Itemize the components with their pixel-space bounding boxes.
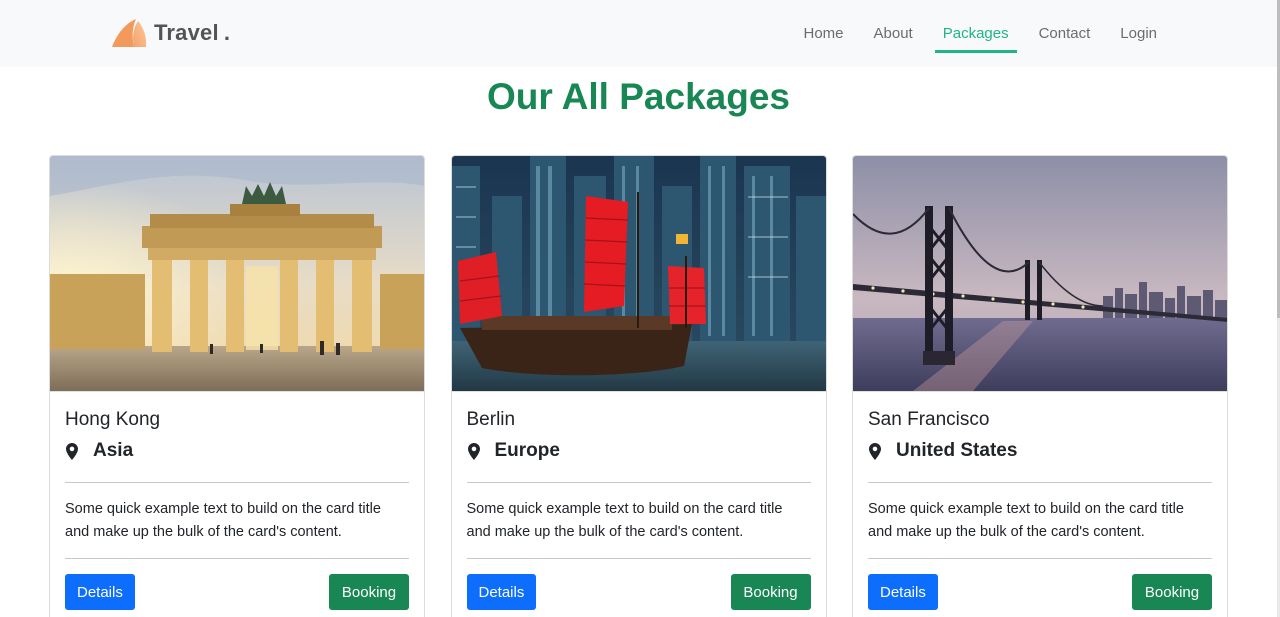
package-cards: Hong Kong Asia Some quick example text t… (49, 155, 1228, 617)
card-title: Hong Kong (65, 409, 161, 430)
nav-menu: Home About Packages Contact Login (782, 0, 1166, 67)
nav-item-packages[interactable]: Packages (934, 0, 1017, 67)
card-location-text: United States (896, 440, 1018, 461)
brand-dot: . (223, 20, 230, 45)
card-divider (466, 482, 811, 483)
card-divider (466, 558, 811, 559)
details-button[interactable]: Details (65, 574, 135, 610)
map-pin-icon (869, 442, 881, 460)
card-title: San Francisco (868, 409, 990, 430)
card-body: Hong Kong Asia Some quick example text t… (50, 392, 424, 610)
card-location: United States (868, 436, 1212, 466)
card-divider (65, 558, 409, 559)
package-card-berlin: Berlin Europe Some quick example text to… (450, 155, 827, 617)
navbar: Travel . Home About Packages Contact Log… (0, 0, 1277, 67)
booking-button[interactable]: Booking (329, 574, 409, 610)
card-location-text: Asia (93, 440, 134, 461)
card-image-brandenburg-gate (50, 156, 424, 392)
card-title: Berlin (466, 409, 516, 430)
booking-button[interactable]: Booking (1132, 574, 1212, 610)
card-actions: Details Booking (65, 574, 409, 610)
map-pin-icon (467, 442, 480, 460)
page-title: Our All Packages (487, 76, 790, 117)
booking-button[interactable]: Booking (730, 574, 811, 610)
card-actions: Details Booking (466, 574, 811, 610)
details-button[interactable]: Details (466, 574, 537, 610)
brand-name: Travel (154, 20, 219, 45)
card-divider (65, 482, 409, 483)
page: Travel . Home About Packages Contact Log… (0, 0, 1280, 617)
card-actions: Details Booking (868, 574, 1212, 610)
card-divider (868, 482, 1212, 483)
orange-sail-icon (112, 19, 147, 47)
map-pin-icon (66, 442, 78, 460)
card-location: Asia (65, 436, 409, 466)
nav-item-about[interactable]: About (866, 0, 921, 67)
card-text: Some quick example text to build on the … (65, 501, 381, 540)
brand-link[interactable]: Travel . (110, 17, 230, 49)
card-location: Europe (467, 436, 811, 466)
card-location-text: Europe (494, 440, 560, 461)
details-button[interactable]: Details (868, 574, 938, 610)
card-text: Some quick example text to build on the … (466, 501, 783, 540)
nav-item-home[interactable]: Home (796, 0, 852, 67)
package-card-hong-kong: Hong Kong Asia Some quick example text t… (49, 155, 425, 617)
card-image-bay-bridge (853, 156, 1227, 392)
card-body: Berlin Europe Some quick example text to… (452, 392, 826, 610)
card-text: Some quick example text to build on the … (868, 501, 1184, 540)
card-image-junk-boat (451, 156, 826, 392)
card-body: San Francisco United States Some quick e… (853, 392, 1227, 610)
nav-item-login[interactable]: Login (1112, 0, 1165, 67)
nav-item-contact[interactable]: Contact (1031, 0, 1099, 67)
card-divider (868, 558, 1212, 559)
package-card-san-francisco: San Francisco United States Some quick e… (852, 155, 1228, 617)
